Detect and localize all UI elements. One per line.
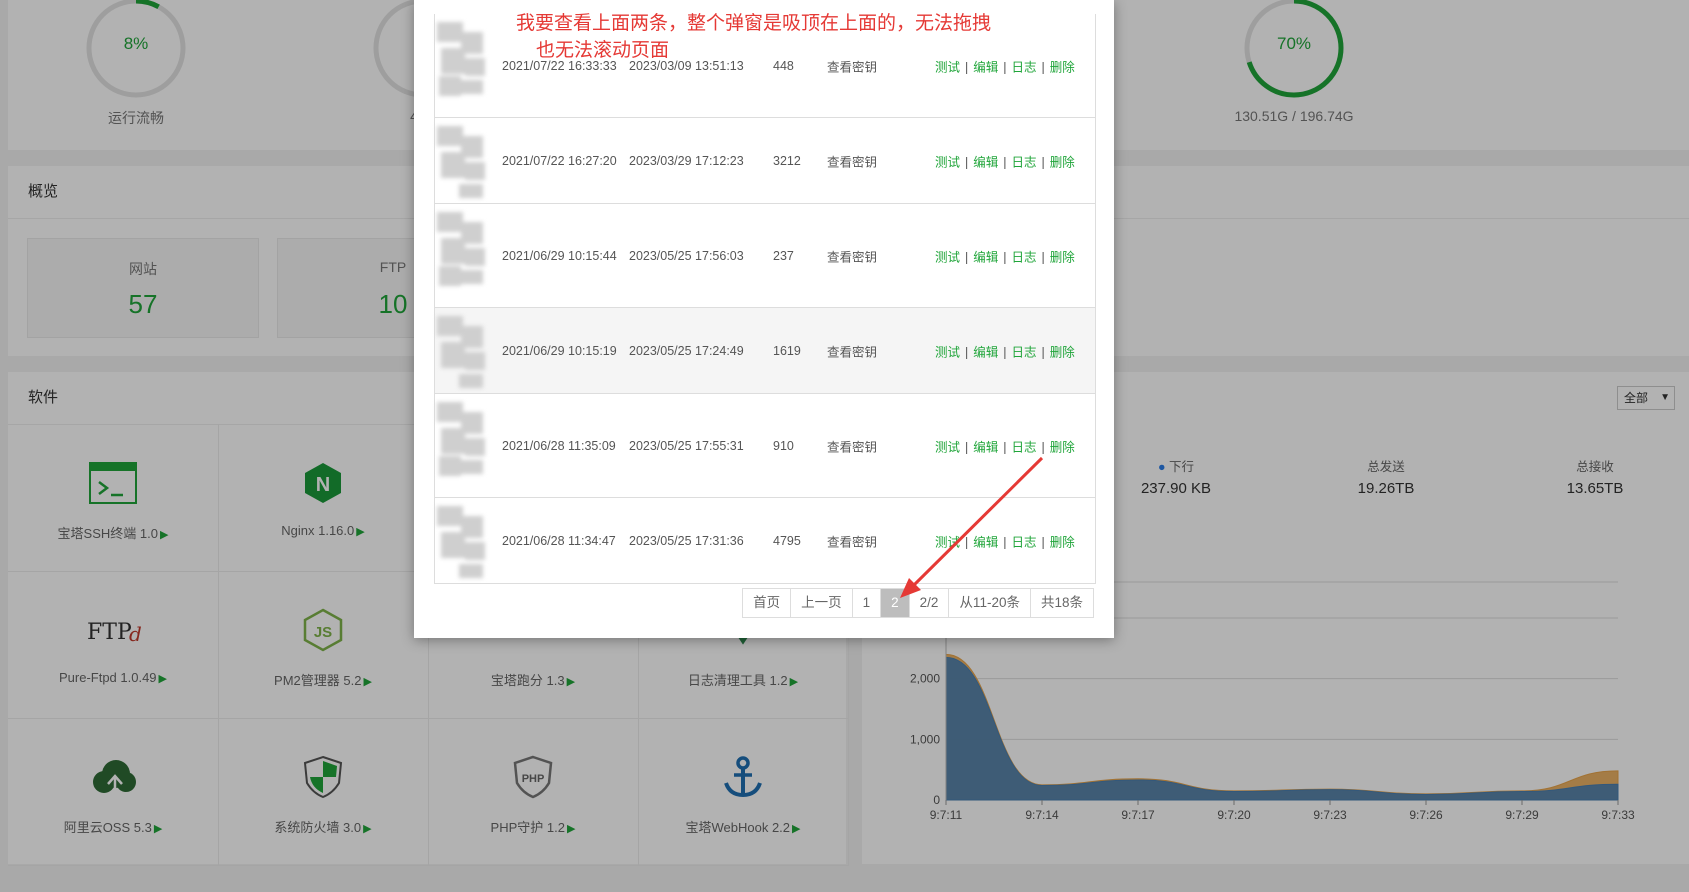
annotation-arrow (900, 456, 1044, 598)
